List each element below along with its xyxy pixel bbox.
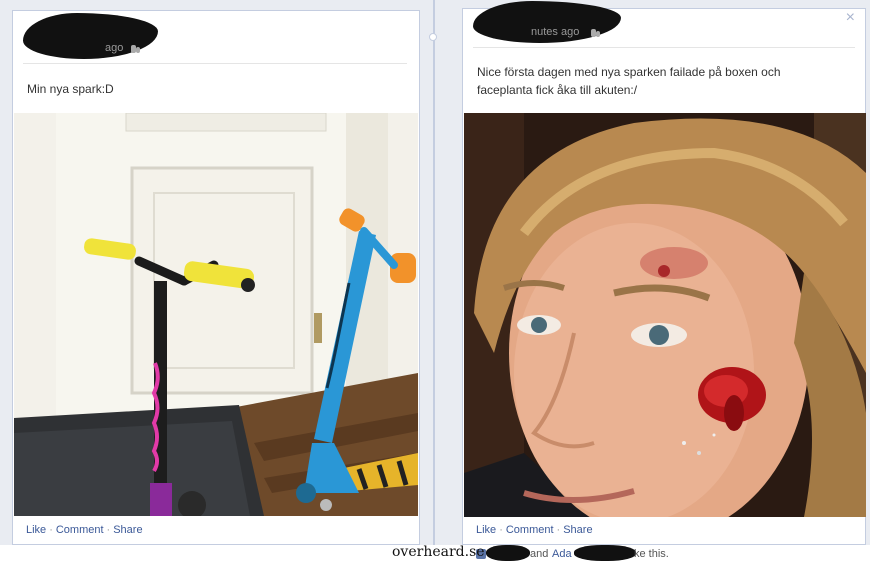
comment-link[interactable]: Comment	[56, 524, 104, 536]
post-photo[interactable]	[464, 113, 866, 517]
likes-suffix: ke this.	[634, 548, 669, 560]
header-divider	[23, 63, 407, 64]
liker-redaction-1	[486, 545, 530, 561]
header-divider	[473, 47, 855, 48]
post-photo[interactable]	[14, 113, 418, 516]
watermark: overheard.se	[392, 544, 485, 560]
timeline-spine	[433, 0, 435, 545]
liker-redaction-2	[574, 545, 636, 561]
scooter-photo	[14, 113, 418, 516]
story-left: ago Min nya spark:D Like · Comment · Sha…	[12, 10, 420, 545]
likes-and: and	[530, 548, 549, 560]
share-link[interactable]: Share	[113, 524, 142, 536]
separator: ·	[556, 524, 561, 536]
message-line-1: Nice första dagen med nya sparken failad…	[477, 65, 781, 79]
likes-summary: and Ada ke this.	[462, 545, 866, 562]
message-line-2: faceplanta fick åka till akuten:/	[477, 83, 638, 97]
like-link[interactable]: Like	[476, 524, 496, 536]
comment-link[interactable]: Comment	[506, 524, 554, 536]
separator: ·	[499, 524, 503, 536]
post-actions: Like · Comment · Share	[26, 524, 143, 536]
audience-icon[interactable]	[131, 45, 141, 53]
close-icon[interactable]: ×	[846, 9, 855, 27]
timeline-dot	[429, 33, 437, 41]
like-link[interactable]: Like	[26, 524, 46, 536]
post-actions: Like · Comment · Share	[476, 524, 593, 536]
separator: ·	[106, 524, 111, 536]
timestamp[interactable]: nutes ago	[531, 26, 579, 38]
story-right: nutes ago × Nice första dagen med nya sp…	[462, 1, 866, 545]
post-message: Nice första dagen med nya sparken failad…	[477, 63, 781, 99]
liker-name[interactable]: Ada	[552, 548, 572, 560]
separator: ·	[49, 524, 53, 536]
face-photo	[464, 113, 866, 517]
audience-icon[interactable]	[591, 29, 601, 37]
post-message: Min nya spark:D	[27, 82, 114, 96]
timestamp[interactable]: ago	[105, 42, 123, 54]
share-link[interactable]: Share	[563, 524, 592, 536]
